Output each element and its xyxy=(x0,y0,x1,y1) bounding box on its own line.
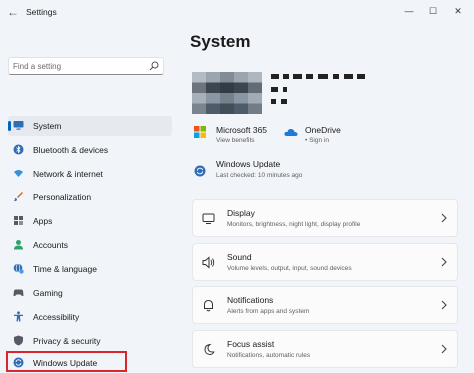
card-title: Notifications xyxy=(227,295,274,305)
shield-icon xyxy=(14,335,23,346)
card-subtitle: Alerts from apps and system xyxy=(227,308,310,315)
accessibility-icon xyxy=(14,311,23,322)
chevron-right-icon xyxy=(441,257,447,267)
microsoft-365-link[interactable]: Microsoft 365 View benefits xyxy=(194,125,274,149)
minimize-button[interactable]: — xyxy=(398,2,420,20)
card-title: Focus assist xyxy=(227,339,275,349)
link-title: Microsoft 365 xyxy=(216,125,268,135)
link-subtitle: Last checked: 10 minutes ago xyxy=(216,172,303,179)
apps-icon xyxy=(14,216,23,225)
person-icon xyxy=(14,240,23,250)
title-bar: ← Settings — ☐ ✕ xyxy=(0,0,474,26)
sidebar-item-personalization[interactable]: Personalization xyxy=(8,187,172,207)
windows-update-icon xyxy=(194,165,206,177)
sidebar-item-label: Personalization xyxy=(33,192,92,202)
sidebar-item-label: Time & language xyxy=(33,264,97,274)
sidebar-item-accessibility[interactable]: Accessibility xyxy=(8,307,172,327)
gamepad-icon xyxy=(13,289,24,297)
card-subtitle: Volume levels, output, input, sound devi… xyxy=(227,265,352,272)
card-title: Sound xyxy=(227,252,252,262)
globe-clock-icon xyxy=(13,263,24,274)
search-box[interactable] xyxy=(8,57,164,75)
active-indicator xyxy=(8,121,11,131)
sidebar-item-apps[interactable]: Apps xyxy=(8,211,172,231)
display-card[interactable]: Display Monitors, brightness, night ligh… xyxy=(192,199,458,237)
sidebar-item-privacy-security[interactable]: Privacy & security xyxy=(8,331,172,351)
notifications-card[interactable]: Notifications Alerts from apps and syste… xyxy=(192,286,458,324)
sidebar-item-system[interactable]: System xyxy=(8,116,172,136)
sidebar-item-gaming[interactable]: Gaming xyxy=(8,283,172,303)
moon-icon xyxy=(204,343,215,356)
sidebar-item-accounts[interactable]: Accounts xyxy=(8,235,172,255)
sidebar-item-label: System xyxy=(33,121,62,131)
chevron-right-icon xyxy=(441,213,447,223)
sidebar-item-label: Apps xyxy=(33,216,53,226)
card-subtitle: Monitors, brightness, night light, displ… xyxy=(227,221,361,228)
focus-assist-card[interactable]: Focus assist Notifications, automatic ru… xyxy=(192,330,458,368)
sidebar-item-network[interactable]: Network & internet xyxy=(8,164,172,184)
microsoft-365-icon xyxy=(194,126,206,138)
sound-card[interactable]: Sound Volume levels, output, input, soun… xyxy=(192,243,458,281)
windows-update-highlight xyxy=(6,351,127,372)
sidebar-item-label: Gaming xyxy=(33,288,63,298)
sidebar-item-label: Network & internet xyxy=(33,169,103,179)
link-title: Windows Update xyxy=(216,159,281,169)
back-arrow-icon[interactable]: ← xyxy=(6,5,20,19)
search-icon[interactable] xyxy=(149,61,159,71)
close-button[interactable]: ✕ xyxy=(447,2,469,20)
sidebar-item-label: Accessibility xyxy=(33,312,80,322)
card-title: Display xyxy=(227,208,255,218)
sidebar-item-label: Privacy & security xyxy=(33,336,101,346)
window-title: Settings xyxy=(26,7,57,17)
link-subtitle: View benefits xyxy=(216,137,255,144)
chevron-right-icon xyxy=(441,300,447,310)
speaker-icon xyxy=(202,256,215,269)
chevron-right-icon xyxy=(441,344,447,354)
search-input[interactable] xyxy=(13,60,143,72)
wifi-icon xyxy=(14,170,23,177)
onedrive-icon xyxy=(284,128,298,136)
maximize-button[interactable]: ☐ xyxy=(422,2,444,20)
link-title: OneDrive xyxy=(305,125,341,135)
sidebar-item-label: Bluetooth & devices xyxy=(33,145,109,155)
sidebar-item-bluetooth[interactable]: Bluetooth & devices xyxy=(8,140,172,160)
page-title: System xyxy=(190,32,251,51)
display-icon xyxy=(202,213,215,224)
bluetooth-icon xyxy=(13,144,24,155)
monitor-icon xyxy=(13,121,24,130)
brush-icon xyxy=(14,192,23,202)
link-subtitle: • Sign in xyxy=(305,137,329,144)
sidebar-item-time-language[interactable]: Time & language xyxy=(8,259,172,279)
onedrive-link[interactable]: OneDrive • Sign in xyxy=(284,125,354,149)
bell-icon xyxy=(204,299,213,312)
sidebar-item-label: Accounts xyxy=(33,240,68,250)
windows-update-link[interactable]: Windows Update Last checked: 10 minutes … xyxy=(194,159,334,185)
card-subtitle: Notifications, automatic rules xyxy=(227,352,311,359)
